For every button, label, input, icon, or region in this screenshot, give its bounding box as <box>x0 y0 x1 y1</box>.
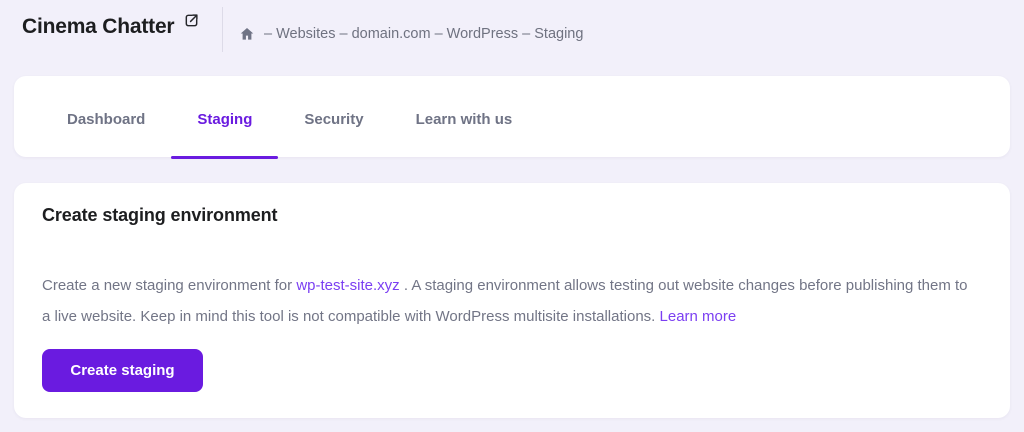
section-title: Create staging environment <box>42 205 278 225</box>
tab-label: Security <box>304 111 364 128</box>
tab-staging[interactable]: Staging <box>171 76 279 159</box>
header-divider <box>222 7 223 52</box>
page-header: Cinema Chatter – Websites – domain.com –… <box>0 0 1024 76</box>
tab-label: Staging <box>197 111 253 128</box>
site-title-wrap: Cinema Chatter <box>22 14 200 40</box>
tab-dashboard[interactable]: Dashboard <box>41 76 171 157</box>
tab-label: Learn with us <box>415 111 513 128</box>
breadcrumb-path: – Websites – domain.com – WordPress – St… <box>264 26 584 42</box>
tab-learn-with-us[interactable]: Learn with us <box>390 76 539 157</box>
site-title: Cinema Chatter <box>22 15 175 38</box>
active-tab-underline <box>171 156 279 159</box>
staging-description: Create a new staging environment for wp-… <box>42 270 980 332</box>
description-text-before: Create a new staging environment for <box>42 277 293 294</box>
tabs-bar: Dashboard Staging Security Learn with us <box>14 76 1010 159</box>
breadcrumb: – Websites – domain.com – WordPress – St… <box>239 26 583 42</box>
site-domain-link[interactable]: wp-test-site.xyz <box>296 277 399 294</box>
learn-more-link[interactable]: Learn more <box>660 308 737 325</box>
open-in-new-icon[interactable] <box>183 12 200 29</box>
create-staging-button[interactable]: Create staging <box>42 349 203 392</box>
staging-card: Create staging environment Create a new … <box>14 183 1010 418</box>
tab-security[interactable]: Security <box>278 76 389 157</box>
home-icon[interactable] <box>239 26 255 42</box>
tab-label: Dashboard <box>67 111 146 128</box>
